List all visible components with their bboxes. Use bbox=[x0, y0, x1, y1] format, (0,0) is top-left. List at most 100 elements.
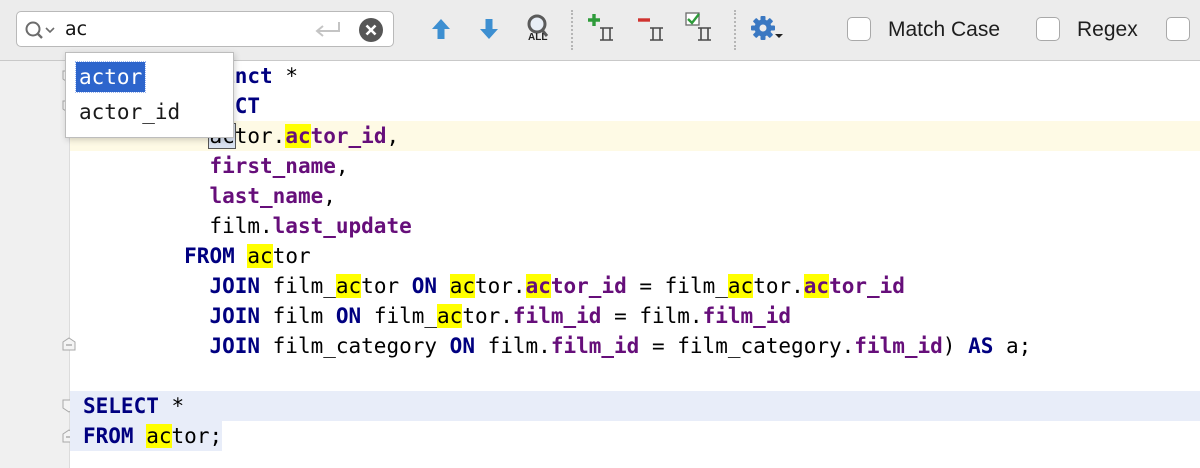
code-text: a; bbox=[993, 334, 1032, 358]
code-line[interactable]: SELECT distinct * bbox=[70, 61, 1200, 91]
search-history-icon[interactable] bbox=[24, 20, 58, 44]
search-match: ac bbox=[285, 124, 311, 148]
completion-popup: actor actor_id bbox=[65, 52, 234, 138]
completion-item[interactable]: actor bbox=[74, 61, 147, 93]
code-text: * bbox=[272, 64, 298, 88]
code-text: tor bbox=[361, 274, 412, 298]
toolbar-separator bbox=[734, 10, 736, 50]
remove-selection-icon bbox=[638, 18, 663, 41]
search-match: ac bbox=[525, 274, 551, 298]
sql-keyword: FROM bbox=[184, 244, 235, 268]
sql-keyword: SELECT bbox=[83, 394, 159, 418]
code-line[interactable]: film.last_update bbox=[70, 211, 1200, 241]
search-box[interactable] bbox=[16, 11, 394, 47]
completion-item[interactable]: actor_id bbox=[76, 97, 183, 127]
remove-occurrence-button[interactable] bbox=[636, 12, 670, 46]
sql-keyword: AS bbox=[968, 334, 994, 358]
code-line[interactable]: last_name, bbox=[70, 181, 1200, 211]
code-line-current[interactable]: actor.actor_id, bbox=[70, 121, 1200, 151]
search-match: ac bbox=[247, 244, 273, 268]
code-text: tor. bbox=[462, 304, 513, 328]
search-match: ac bbox=[146, 424, 172, 448]
code-text: film. bbox=[83, 214, 273, 238]
column-name: last_name bbox=[209, 184, 324, 208]
column-name: first_name bbox=[209, 154, 336, 178]
select-all-occurrences-button[interactable]: ALL bbox=[520, 12, 558, 46]
arrow-up-icon bbox=[432, 19, 450, 39]
sql-keyword: JOIN bbox=[209, 304, 261, 328]
search-match: ac bbox=[335, 274, 362, 298]
code-text: , bbox=[335, 154, 349, 178]
code-text: ) bbox=[942, 334, 969, 358]
clear-search-button[interactable] bbox=[359, 18, 383, 42]
toolbar-separator bbox=[571, 10, 573, 50]
code-line[interactable]: JOIN film_category ON film.film_id = fil… bbox=[70, 331, 1200, 361]
code-text: film_category bbox=[260, 334, 450, 358]
code-line[interactable]: JOIN film ON film_actor.film_id = film.f… bbox=[70, 301, 1200, 331]
search-match: ac bbox=[449, 274, 475, 298]
code-text: , bbox=[386, 124, 400, 148]
code-line[interactable]: SELECT * bbox=[70, 391, 1200, 421]
code-line[interactable] bbox=[70, 361, 1200, 391]
column-name: tor_id bbox=[829, 274, 905, 298]
search-input[interactable] bbox=[65, 16, 305, 42]
code-text: tor. bbox=[753, 274, 804, 298]
regex-checkbox[interactable] bbox=[1036, 17, 1060, 41]
column-name: last_update bbox=[272, 214, 412, 238]
code-text: tor. bbox=[475, 274, 526, 298]
arrow-down-icon bbox=[480, 19, 498, 39]
code-text: film bbox=[260, 304, 336, 328]
code-text: tor bbox=[272, 244, 311, 268]
code-text: , bbox=[323, 184, 336, 208]
search-match: ac bbox=[727, 274, 754, 298]
select-all-label: ALL bbox=[528, 32, 548, 43]
sql-keyword: FROM bbox=[83, 424, 134, 448]
code-text: tor; bbox=[171, 424, 223, 448]
sql-keyword: ON bbox=[411, 274, 438, 298]
code-text: = film_category. bbox=[639, 334, 855, 358]
column-name: film_id bbox=[854, 334, 943, 358]
code-text: tor. bbox=[234, 124, 286, 148]
words-checkbox[interactable] bbox=[1166, 17, 1190, 41]
column-name: film_id bbox=[702, 304, 792, 328]
code-line[interactable]: FROM (SELECT bbox=[70, 91, 1200, 121]
column-name: tor_id bbox=[310, 124, 387, 148]
next-occurrence-button[interactable] bbox=[472, 12, 506, 46]
match-case-label[interactable]: Match Case bbox=[888, 17, 1000, 43]
previous-occurrence-button[interactable] bbox=[424, 12, 458, 46]
gear-icon bbox=[751, 16, 783, 40]
code-text: film. bbox=[474, 334, 551, 358]
code-text: film_ bbox=[361, 304, 438, 328]
regex-label[interactable]: Regex bbox=[1077, 17, 1138, 43]
editor-gutter bbox=[0, 61, 70, 468]
code-text: * bbox=[158, 394, 185, 418]
code-text: = film_ bbox=[626, 274, 728, 298]
search-match: ac bbox=[803, 274, 830, 298]
search-settings-button[interactable] bbox=[748, 12, 784, 46]
add-occurrence-button[interactable] bbox=[586, 12, 620, 46]
code-line[interactable]: FROM actor; bbox=[70, 421, 1200, 451]
code-line[interactable]: FROM actor bbox=[70, 241, 1200, 271]
sql-keyword: JOIN bbox=[209, 274, 261, 298]
match-case-checkbox[interactable] bbox=[847, 17, 871, 41]
sql-keyword: ON bbox=[335, 304, 362, 328]
close-icon bbox=[365, 24, 377, 36]
code-line[interactable]: JOIN film_actor ON actor.actor_id = film… bbox=[70, 271, 1200, 301]
code-line[interactable]: first_name, bbox=[70, 151, 1200, 181]
code-text: film_ bbox=[260, 274, 336, 298]
column-name: film_id bbox=[550, 334, 640, 358]
select-all-matches-button[interactable] bbox=[684, 12, 718, 46]
checked-selection-icon bbox=[685, 12, 711, 41]
column-name: tor_id bbox=[550, 274, 627, 298]
add-selection-icon bbox=[588, 14, 613, 41]
search-match: ac bbox=[437, 304, 463, 328]
